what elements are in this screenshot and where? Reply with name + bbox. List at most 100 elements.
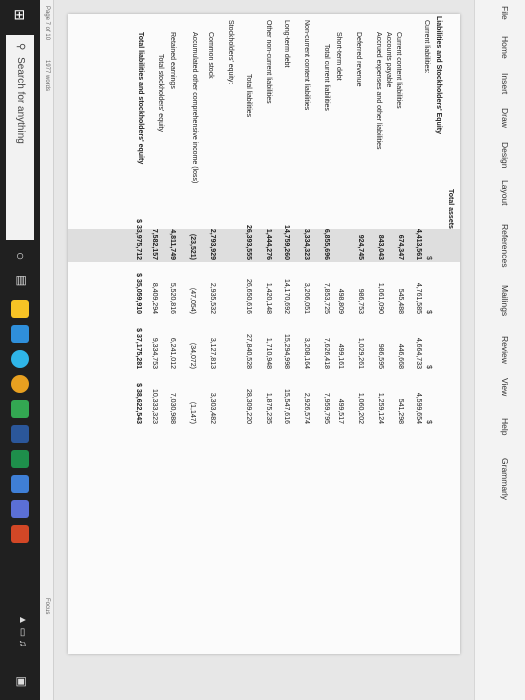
table-cell: 9,334,753 [151, 337, 158, 369]
table-cell: $ [425, 420, 432, 424]
document-page[interactable]: Total assets Liabilities and Stockholder… [68, 14, 460, 654]
tray-icons[interactable]: ▲ ▭ ♫ [17, 615, 28, 647]
table-cell: 843,043 [377, 234, 384, 260]
status-bar: Page 7 of 10 1977 words Focus [39, 0, 54, 700]
table-cell: 4,664,733 [415, 337, 422, 369]
total-assets-label: Total assets [447, 189, 454, 229]
word-icon[interactable] [11, 425, 29, 443]
tab-review[interactable]: Review [500, 336, 510, 364]
document-area[interactable]: Total assets Liabilities and Stockholder… [54, 0, 474, 700]
excel-icon[interactable] [11, 450, 29, 468]
tab-home[interactable]: Home [500, 36, 510, 59]
tab-mailings[interactable]: Mailings [500, 285, 510, 316]
table-cell: 3,206,051 [303, 282, 310, 314]
table-cell: 1,259,124 [377, 392, 384, 424]
tab-help[interactable]: Help [500, 418, 510, 435]
row-label: Common stock [207, 32, 214, 79]
ribbon: File Home Insert Draw Design Layout Refe… [474, 0, 525, 700]
tab-references[interactable]: References [500, 224, 510, 267]
table-cell: (1,147) [189, 401, 196, 424]
table-cell: 986,753 [357, 288, 364, 314]
table-cell: $ 33,975,712 [135, 219, 142, 260]
row-label: Accrued expenses and other liabilities [375, 32, 382, 150]
table-cell: 10,333,323 [151, 388, 158, 424]
table-cell: 4,599,654 [415, 392, 422, 424]
tab-grammarly[interactable]: Grammarly [500, 458, 510, 500]
table-cell: 924,745 [357, 234, 364, 260]
store-icon[interactable] [11, 325, 29, 343]
table-cell: $ 37,175,281 [135, 328, 142, 369]
powerpoint-icon[interactable] [11, 525, 29, 543]
table-cell: $ [425, 365, 432, 369]
row-label: Total current liabilities [323, 44, 330, 111]
chrome-icon[interactable] [11, 375, 29, 393]
row-label: Accumulated other comprehensive income (… [191, 32, 198, 184]
tab-view[interactable]: View [500, 378, 510, 396]
focus-button[interactable]: Focus [44, 598, 50, 614]
table-cell: 3,303,482 [209, 392, 216, 424]
cortana-icon[interactable]: ○ [13, 252, 29, 260]
table-cell: 7,582,157 [151, 228, 158, 260]
word-count[interactable]: 1977 words [44, 60, 50, 91]
row-label: Retained earnings [169, 32, 176, 89]
task-view-icon[interactable]: ▤ [15, 275, 29, 286]
search-icon: ⚲ [15, 43, 26, 51]
table-cell: 1,875,235 [265, 392, 272, 424]
row-label: Total stockholders' equity [157, 54, 164, 132]
table-cell: $ [425, 310, 432, 314]
table-cell: 986,595 [377, 343, 384, 369]
taskbar-search[interactable]: ⚲ Search for anything [6, 35, 34, 240]
teams-icon[interactable] [11, 500, 29, 518]
table-cell: $ [425, 256, 432, 260]
table-cell: $ 35,059,910 [135, 273, 142, 314]
table-cell: 2,793,929 [209, 228, 216, 260]
section-title: Liabilities and Stockholders' Equity [435, 16, 442, 134]
edge-icon[interactable] [11, 350, 29, 368]
table-cell: 499,161 [337, 343, 344, 369]
table-cell: 3,127,813 [209, 337, 216, 369]
table-cell: 545,488 [397, 288, 404, 314]
table-cell: 1,061,090 [377, 282, 384, 314]
table-cell: 4,413,561 [415, 228, 422, 260]
table-cell: 541,298 [397, 398, 404, 424]
table-cell: 674,347 [397, 234, 404, 260]
tab-layout[interactable]: Layout [500, 180, 510, 206]
row-label: Total liabilities [245, 74, 252, 118]
windows-start-icon[interactable]: ⊞ [11, 9, 28, 21]
row-label: Total liabilities and stockholders' equi… [137, 32, 144, 165]
table-cell: 6,855,696 [323, 228, 330, 260]
table-cell: 2,926,574 [303, 392, 310, 424]
table-cell: 1,710,948 [265, 337, 272, 369]
table-cell: 4,811,749 [169, 229, 176, 260]
table-cell: 2,935,532 [209, 282, 216, 314]
table-cell: 4,761,585 [415, 282, 422, 314]
tab-draw[interactable]: Draw [500, 108, 510, 128]
tab-insert[interactable]: Insert [500, 73, 510, 94]
table-cell: (23,521) [189, 233, 196, 260]
search-placeholder: Search for anything [15, 57, 26, 144]
tab-design[interactable]: Design [500, 142, 510, 168]
table-cell: 3,208,164 [303, 337, 310, 369]
row-label: Other non-current liabilities [265, 20, 272, 104]
table-cell: 7,030,988 [169, 392, 176, 424]
row-label: Accounts payable [385, 32, 392, 88]
table-cell: 27,840,528 [245, 333, 252, 369]
table-cell: 6,241,012 [169, 337, 176, 369]
row-label: Short-term debt [335, 32, 342, 81]
table-cell: 26,393,555 [245, 224, 252, 260]
page-count[interactable]: Page 7 of 10 [44, 6, 50, 40]
table-cell: 1,420,148 [265, 282, 272, 314]
table-cell: (47,054) [189, 287, 196, 314]
table-cell: 1,029,261 [357, 337, 364, 369]
file-explorer-icon[interactable] [11, 300, 29, 318]
table-cell: 14,759,260 [283, 224, 290, 260]
mail-icon[interactable] [11, 475, 29, 493]
tab-file[interactable]: File [500, 6, 510, 20]
notification-icon[interactable]: ▣ [15, 676, 29, 687]
app-icon[interactable] [11, 400, 29, 418]
table-cell: 14,170,692 [283, 278, 290, 314]
table-cell: (34,072) [189, 342, 196, 369]
table-cell: $ 38,622,543 [135, 383, 142, 424]
row-label: Current content liabilities [395, 32, 402, 109]
table-cell: 15,294,998 [283, 333, 290, 369]
